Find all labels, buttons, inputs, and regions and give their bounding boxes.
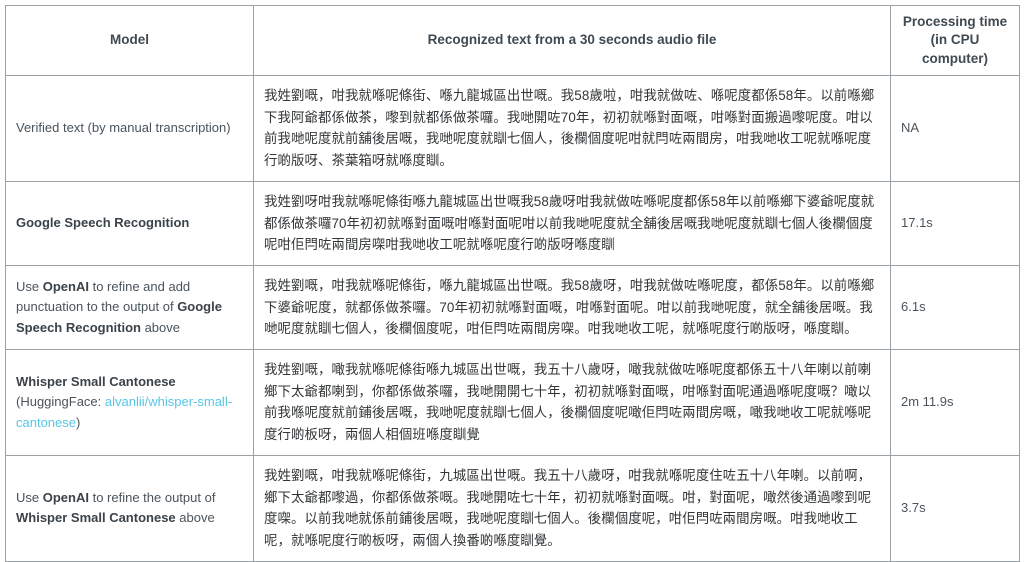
cell-recognized-text: 我姓劉嘅，咁我就喺呢條街、喺九龍城區出世嘅。我58歲啦，咁我就做咗、喺呢度都係5… [253, 75, 891, 182]
model-name-text: Use [16, 490, 43, 506]
model-label: Whisper Small Cantonese (HuggingFace: al… [16, 372, 243, 432]
model-name-emphasis: Whisper Small Cantonese [16, 374, 176, 390]
cell-processing-time: 3.7s [890, 454, 1020, 562]
model-name-text: Use [16, 279, 43, 295]
cell-model-name: Whisper Small Cantonese (HuggingFace: al… [5, 349, 254, 456]
cell-recognized-text: 我姓劉呀咁我就喺呢條街喺九龍城區出世嘅我58歲呀咁我就做咗喺呢度都係58年以前喺… [253, 180, 891, 266]
asr-comparison-table: Model Recognized text from a 30 seconds … [5, 5, 1020, 562]
table-body: Verified text (by manual transcription) 我… [5, 75, 1020, 562]
model-name-text: to refine the output of [88, 490, 216, 506]
model-label: Use OpenAI to refine and add punctuation… [16, 277, 243, 337]
model-name-emphasis: OpenAI [42, 490, 89, 506]
column-header-processing-time: Processing time (in CPU computer) [890, 5, 1020, 76]
model-name-text: above [175, 510, 215, 526]
cell-processing-time: 6.1s [890, 264, 1020, 351]
table-row: Google Speech Recognition 我姓劉呀咁我就喺呢條街喺九龍城… [5, 180, 1020, 266]
cell-model-name: Verified text (by manual transcription) [5, 75, 254, 182]
model-name-emphasis: OpenAI [42, 279, 89, 295]
cell-recognized-text: 我姓劉嘅，咁我就喺呢條街，喺九龍城區出世嘅。我58歲呀，咁我就做咗喺呢度，都係5… [253, 264, 891, 351]
model-label: Verified text (by manual transcription) [16, 118, 243, 138]
cell-model-name: Use OpenAI to refine the output of Whisp… [5, 454, 254, 562]
column-header-model: Model [5, 5, 254, 76]
column-header-recognized-text: Recognized text from a 30 seconds audio … [253, 5, 891, 76]
model-name-emphasis: Whisper Small Cantonese [16, 510, 176, 526]
model-name-text: Verified text (by manual transcription) [16, 120, 231, 136]
header-row: Model Recognized text from a 30 seconds … [5, 5, 1020, 76]
model-name-text: (HuggingFace: [16, 394, 105, 410]
cell-recognized-text: 我姓劉嘅，咁我就喺呢條街，九城區出世嘅。我五十八歲呀，咁我就喺呢度住咗五十八年喇… [253, 454, 891, 562]
model-name-emphasis: Google Speech Recognition [16, 215, 190, 231]
model-label: Use OpenAI to refine the output of Whisp… [16, 488, 243, 528]
table-row: Use OpenAI to refine and add punctuation… [5, 264, 1020, 351]
page-root: Model Recognized text from a 30 seconds … [0, 0, 1024, 562]
processing-time-line-3: computer) [921, 50, 988, 66]
processing-time-line-2: (in CPU [930, 32, 980, 48]
cell-processing-time: 2m 11.9s [890, 349, 1020, 456]
model-name-text: ) [76, 414, 81, 430]
table-row: Whisper Small Cantonese (HuggingFace: al… [5, 349, 1020, 456]
table-row: Verified text (by manual transcription) 我… [5, 75, 1020, 182]
table-row: Use OpenAI to refine the output of Whisp… [5, 454, 1020, 562]
cell-model-name: Use OpenAI to refine and add punctuation… [5, 264, 254, 351]
cell-recognized-text: 我姓劉嘅，噉我就喺呢條街喺九城區出世嘅，我五十八歲呀，噉我就做咗喺呢度都係五十八… [253, 349, 891, 456]
model-label: Google Speech Recognition [16, 213, 243, 233]
table-header: Model Recognized text from a 30 seconds … [5, 5, 1020, 76]
processing-time-line-1: Processing time [902, 14, 1008, 30]
cell-processing-time: 17.1s [890, 180, 1020, 266]
model-name-text: above [140, 319, 181, 335]
cell-processing-time: NA [890, 75, 1020, 182]
cell-model-name: Google Speech Recognition [5, 180, 254, 266]
